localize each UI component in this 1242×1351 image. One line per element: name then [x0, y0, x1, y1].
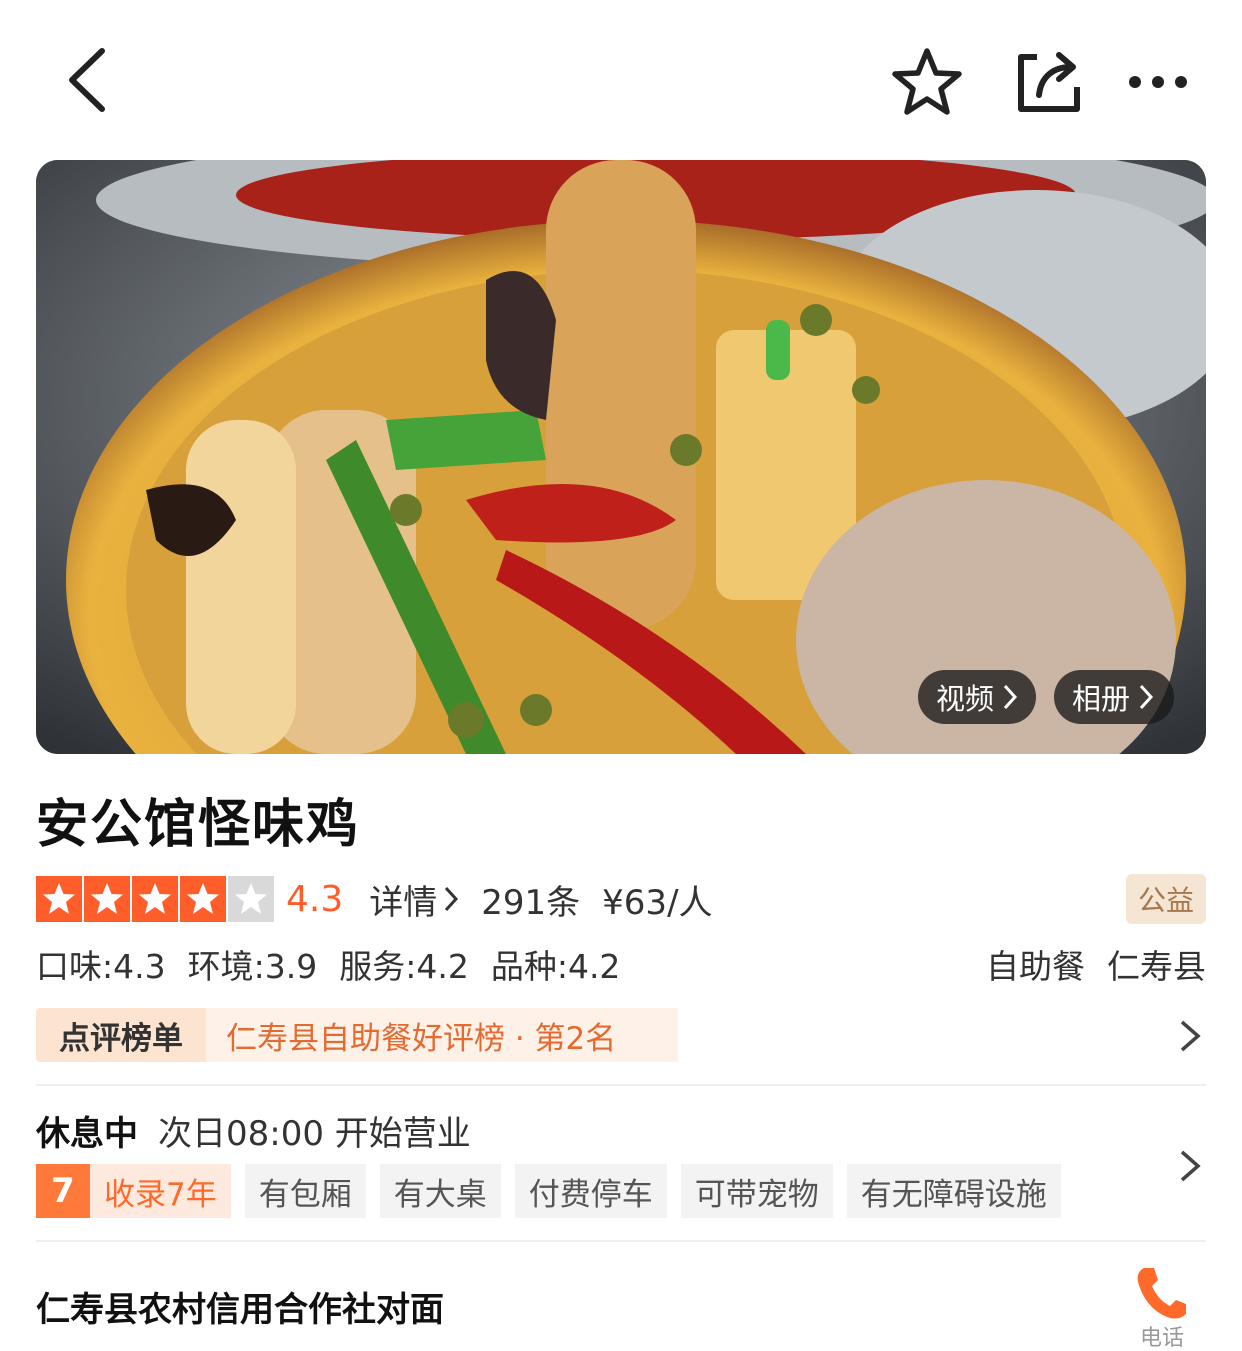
- category-label[interactable]: 自助餐: [986, 940, 1085, 988]
- sub-scores: 口味:4.3 环境:3.9 服务:4.2 品种:4.2: [36, 940, 620, 988]
- rating-score: 4.3: [286, 878, 344, 920]
- chevron-right-icon[interactable]: [1178, 1148, 1202, 1184]
- detail-link[interactable]: 详情: [369, 875, 459, 924]
- share-icon: [1018, 52, 1080, 112]
- phone-label: 电话: [1140, 1326, 1185, 1351]
- share-button[interactable]: [1008, 42, 1088, 122]
- score-taste: 口味:4.3: [36, 947, 166, 986]
- chevron-right-icon: [1139, 684, 1154, 710]
- top-bar: [0, 0, 1242, 160]
- star-filled: [84, 876, 130, 922]
- favorite-button[interactable]: [886, 42, 968, 122]
- video-label: 视频: [936, 682, 995, 716]
- album-label: 相册: [1072, 682, 1131, 716]
- chevron-right-icon: [445, 886, 459, 912]
- star-filled: [132, 876, 178, 922]
- score-variety: 品种:4.2: [490, 947, 621, 986]
- star-empty: [228, 876, 274, 922]
- back-icon: [69, 48, 105, 112]
- tag-large-table: 有大桌: [379, 1164, 501, 1218]
- tag-accessible: 有无障碍设施: [846, 1164, 1061, 1218]
- years-text: 收录7年: [104, 1176, 217, 1213]
- divider: [36, 1240, 1206, 1242]
- phone-icon: [1137, 1268, 1186, 1319]
- detail-label: 详情: [369, 882, 438, 923]
- shop-address[interactable]: 仁寿县农村信用合作社对面: [36, 1282, 444, 1331]
- star-filled: [36, 876, 82, 922]
- years-number: 7: [36, 1164, 90, 1218]
- ranking-label: 点评榜单: [36, 1008, 206, 1062]
- chevron-right-icon: [1003, 684, 1018, 710]
- business-status[interactable]: 休息中 次日08:00 开始营业: [36, 1106, 471, 1155]
- tag-pets-allowed: 可带宠物: [680, 1164, 833, 1218]
- score-environment: 环境:3.9: [187, 947, 318, 986]
- status-state: 休息中: [36, 1114, 138, 1154]
- tag-private-room: 有包厢: [244, 1164, 366, 1218]
- facility-tags[interactable]: 7 收录7年 有包厢 有大桌 付费停车 可带宠物 有无障碍设施: [36, 1164, 1061, 1218]
- price-per-person: ¥63/人: [602, 882, 713, 923]
- status-hours: 次日08:00 开始营业: [158, 1114, 471, 1154]
- shop-name: 安公馆怪味鸡: [36, 795, 361, 855]
- hero-photo[interactable]: [36, 160, 1206, 754]
- score-service: 服务:4.2: [339, 947, 469, 986]
- food-photo: [36, 160, 1206, 754]
- tag-paid-parking: 付费停车: [514, 1164, 667, 1218]
- star-icon: [892, 48, 962, 115]
- star-filled: [180, 876, 226, 922]
- divider: [36, 1084, 1206, 1086]
- charity-badge[interactable]: 公益: [1126, 874, 1206, 924]
- review-count[interactable]: 291条: [481, 875, 580, 924]
- chevron-right-icon[interactable]: [1178, 1018, 1202, 1054]
- ranking-text: 仁寿县自助餐好评榜 · 第2名: [206, 1008, 678, 1062]
- more-button[interactable]: [1120, 42, 1196, 122]
- back-button[interactable]: [52, 40, 122, 120]
- more-icon: [1129, 76, 1187, 88]
- district-label[interactable]: 仁寿县: [1107, 940, 1206, 988]
- video-button[interactable]: 视频: [918, 670, 1036, 724]
- rating-row: 4.3 详情 291条 ¥63/人: [36, 874, 713, 924]
- years-listed-tag: 7 收录7年: [36, 1164, 231, 1218]
- album-button[interactable]: 相册: [1054, 670, 1174, 724]
- ranking-banner[interactable]: 点评榜单 仁寿县自助餐好评榜 · 第2名: [36, 1008, 678, 1062]
- category-info: 自助餐 仁寿县: [986, 940, 1206, 988]
- star-rating: [36, 876, 274, 922]
